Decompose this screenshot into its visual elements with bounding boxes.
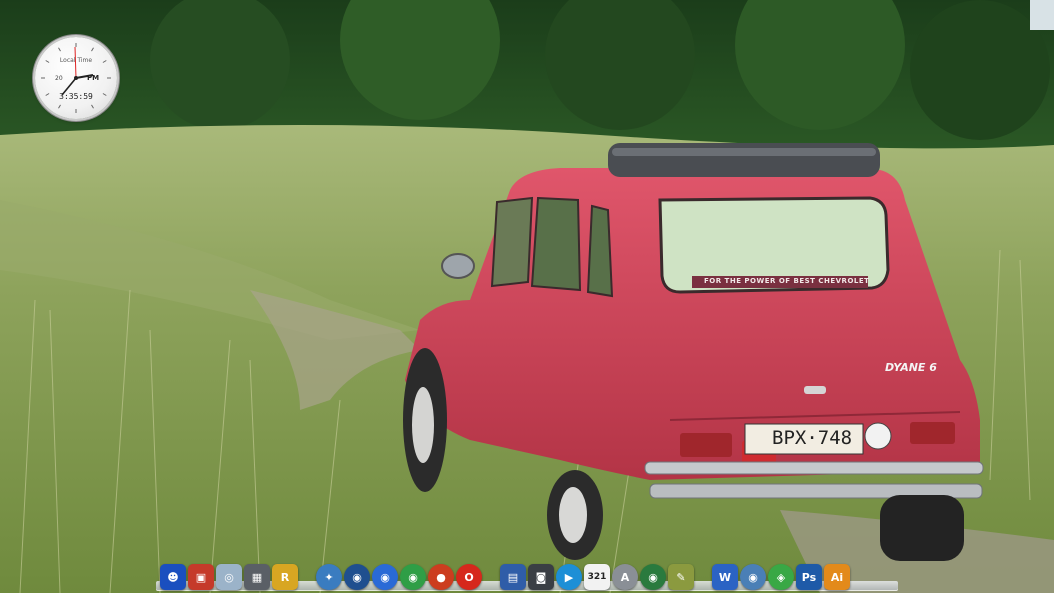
leaf-icon[interactable]: ◈ xyxy=(768,564,794,590)
clock-widget[interactable]: Local Time 20 PM 3:35:59 xyxy=(35,37,117,119)
floppy-save-icon[interactable]: ▤ xyxy=(500,564,526,590)
earth-icon[interactable]: ◉ xyxy=(640,564,666,590)
app-store-icon[interactable]: A xyxy=(612,564,638,590)
play-icon[interactable]: ▶ xyxy=(556,564,582,590)
window-sticker-text: FOR THE POWER OF BEST CHEVROLET xyxy=(704,277,870,285)
opera-icon[interactable]: O xyxy=(456,564,482,590)
photoshop-icon[interactable]: Ps xyxy=(796,564,822,590)
dock-icon-row: ☻ ▣ ◎ ▦ R ✦ ◉ ◉ ◉ ● O ▤ ◙ ▶ 321 A ◉ ✎ W ◉ ◈ Ps Ai xyxy=(160,560,850,590)
browser-green-icon[interactable]: ◉ xyxy=(400,564,426,590)
ball-icon[interactable]: ● xyxy=(428,564,454,590)
clock-digital-time: 3:35:59 xyxy=(59,92,93,101)
sync-icon[interactable]: ◉ xyxy=(740,564,766,590)
safari-icon[interactable]: ◉ xyxy=(372,564,398,590)
tools-icon[interactable]: ✎ xyxy=(668,564,694,590)
globe-icon[interactable]: ◉ xyxy=(344,564,370,590)
clock-title: Local Time xyxy=(59,57,93,64)
clock-ampm: PM xyxy=(87,74,100,82)
calculator-icon[interactable]: ▦ xyxy=(244,564,270,590)
camera-icon[interactable]: ◙ xyxy=(528,564,554,590)
preview-icon[interactable]: ◎ xyxy=(216,564,242,590)
r-app-icon[interactable]: R xyxy=(272,564,298,590)
finder-icon[interactable]: ☻ xyxy=(160,564,186,590)
calendar-icon[interactable]: 321 xyxy=(584,564,610,590)
illustrator-icon[interactable]: Ai xyxy=(824,564,850,590)
dock: ☻ ▣ ◎ ▦ R ✦ ◉ ◉ ◉ ● O ▤ ◙ ▶ 321 A ◉ ✎ W ◉ ◈ Ps Ai xyxy=(156,560,898,593)
photo-booth-icon[interactable]: ▣ xyxy=(188,564,214,590)
network-icon[interactable]: ✦ xyxy=(316,564,342,590)
clock-face-icon xyxy=(41,43,111,113)
car-badge-text: DYANE 6 xyxy=(885,361,937,374)
desktop-wallpaper: BPX·748 DYANE 6 FOR THE POWER OF BEST CH… xyxy=(0,0,1054,593)
license-plate-text: BPX·748 xyxy=(772,427,853,449)
clock-date: 20 xyxy=(55,75,63,82)
word-icon[interactable]: W xyxy=(712,564,738,590)
